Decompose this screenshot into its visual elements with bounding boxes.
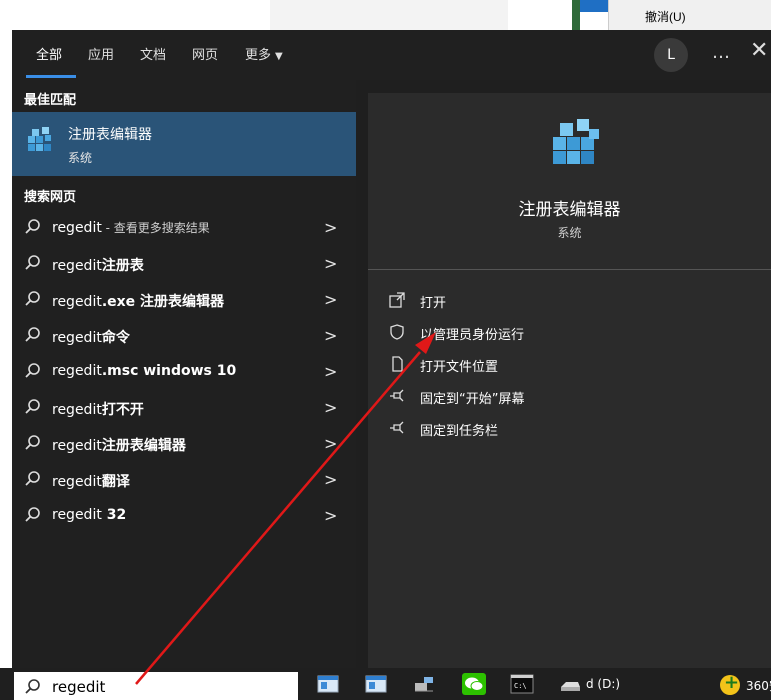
web-result-item[interactable]: regedit - 查看更多搜索结果 > xyxy=(12,210,356,246)
web-result-text: regedit翻译 xyxy=(52,474,130,490)
open-icon xyxy=(389,292,405,308)
desktop-selection-fragment xyxy=(580,0,610,12)
action-open-file-location-label: 打开文件位置 xyxy=(420,360,499,375)
action-pin-to-taskbar[interactable]: 固定到任务栏 xyxy=(388,415,748,443)
tab-web[interactable]: 网页 xyxy=(192,44,218,63)
search-icon xyxy=(25,471,40,486)
chevron-right-icon: > xyxy=(324,434,338,453)
chevron-right-icon: > xyxy=(324,254,338,273)
context-menu: 撤消(U) xyxy=(608,0,771,30)
web-result-item[interactable]: regedit.exe 注册表编辑器 > xyxy=(12,282,356,318)
best-match-heading: 最佳匹配 xyxy=(24,93,77,108)
360-security-icon[interactable] xyxy=(720,672,740,695)
chevron-right-icon: > xyxy=(324,362,338,381)
registry-editor-icon xyxy=(28,127,51,151)
app-details-pane: 注册表编辑器 系统 打开 以管理员身份运行 打开文件位置 固定到“开始”屏幕 固… xyxy=(368,93,771,668)
best-match-item[interactable]: 注册表编辑器 系统 xyxy=(12,112,356,176)
drive-icon[interactable] xyxy=(558,673,582,695)
search-icon xyxy=(25,219,40,234)
best-match-name: 注册表编辑器 xyxy=(68,127,152,143)
tab-documents[interactable]: 文档 xyxy=(140,44,166,63)
svg-text:C:\: C:\ xyxy=(514,682,527,690)
pin-icon xyxy=(390,389,404,402)
close-icon[interactable]: ✕ xyxy=(750,40,768,62)
web-result-item[interactable]: regedit注册表 > xyxy=(12,246,356,282)
best-match-subtitle: 系统 xyxy=(68,151,93,165)
search-icon xyxy=(25,507,40,522)
web-result-item[interactable]: regedit打不开 > xyxy=(12,390,356,426)
web-result-item[interactable]: regedit命令 > xyxy=(12,318,356,354)
chevron-right-icon: > xyxy=(324,398,338,417)
chevron-right-icon: > xyxy=(324,326,338,345)
chevron-right-icon: > xyxy=(324,506,338,525)
search-icon xyxy=(25,291,40,306)
command-prompt-icon[interactable]: C:\ xyxy=(510,673,534,695)
search-icon xyxy=(25,327,40,342)
divider xyxy=(368,269,771,270)
registry-editor-large-icon xyxy=(553,119,599,164)
search-icon xyxy=(25,255,40,270)
web-result-item[interactable]: regedit 32 > xyxy=(12,498,356,534)
results-list: 最佳匹配 注册表编辑器 系统 搜索网页 regedit - 查看更多搜索结果 > xyxy=(12,80,356,668)
app-title: 注册表编辑器 xyxy=(518,200,621,220)
tab-all[interactable]: 全部 xyxy=(36,44,62,63)
desktop-window-edge xyxy=(572,0,580,30)
tab-more[interactable]: 更多 ▼ xyxy=(245,44,283,63)
web-result-text: regedit注册表 xyxy=(52,258,144,274)
caret-down-icon: ▼ xyxy=(275,51,283,62)
desktop-window-fragment xyxy=(0,0,270,30)
pin-icon xyxy=(390,421,404,434)
active-tab-indicator xyxy=(26,75,76,78)
web-result-item[interactable]: regedit注册表编辑器 > xyxy=(12,426,356,462)
tab-more-label: 更多 xyxy=(245,48,272,63)
action-pin-to-taskbar-label: 固定到任务栏 xyxy=(420,424,499,439)
drive-label[interactable]: d (D:) xyxy=(586,677,620,691)
taskbar: C:\ d (D:) 360安 xyxy=(0,668,771,700)
shield-icon xyxy=(390,324,404,340)
action-pin-to-start[interactable]: 固定到“开始”屏幕 xyxy=(388,383,748,411)
action-pin-to-start-label: 固定到“开始”屏幕 xyxy=(420,392,525,407)
wechat-icon[interactable] xyxy=(462,673,486,695)
chevron-right-icon: > xyxy=(324,470,338,489)
web-result-text: regedit命令 xyxy=(52,330,130,346)
web-search-heading: 搜索网页 xyxy=(24,190,77,205)
tab-apps[interactable]: 应用 xyxy=(88,44,114,63)
taskbar-search-box[interactable] xyxy=(14,672,298,700)
search-icon xyxy=(25,363,40,378)
web-result-text: regedit.exe 注册表编辑器 xyxy=(52,294,225,310)
search-input[interactable] xyxy=(50,675,294,699)
web-result-item[interactable]: regedit翻译 > xyxy=(12,462,356,498)
context-menu-item-undo[interactable]: 撤消(U) xyxy=(645,8,686,25)
chevron-right-icon: > xyxy=(324,290,338,309)
search-icon xyxy=(25,399,40,414)
search-panel: 全部 应用 文档 网页 更多 ▼ L … ✕ 最佳匹配 注册表编辑器 系统 搜索网… xyxy=(12,30,771,668)
action-open-label: 打开 xyxy=(420,296,447,311)
search-icon xyxy=(25,435,40,450)
file-location-icon xyxy=(392,356,403,372)
web-result-text: regedit.msc windows 10 xyxy=(52,363,237,379)
desktop-window-fragment-2 xyxy=(270,0,508,30)
chevron-right-icon: > xyxy=(324,218,338,237)
app-window-icon[interactable] xyxy=(316,673,340,695)
action-run-as-admin[interactable]: 以管理员身份运行 xyxy=(388,319,748,347)
web-result-item[interactable]: regedit.msc windows 10 > xyxy=(12,354,356,390)
user-avatar[interactable]: L xyxy=(654,38,688,72)
web-result-text: regedit注册表编辑器 xyxy=(52,438,186,454)
network-tool-icon[interactable] xyxy=(412,673,436,695)
web-result-text: regedit - 查看更多搜索结果 xyxy=(52,220,210,236)
app-subtitle: 系统 xyxy=(557,226,582,240)
search-tabs: 全部 应用 文档 网页 更多 ▼ L … ✕ xyxy=(12,30,771,80)
action-open-file-location[interactable]: 打开文件位置 xyxy=(388,351,748,379)
web-result-text: regedit 32 xyxy=(52,507,127,523)
action-run-as-admin-label: 以管理员身份运行 xyxy=(420,328,525,343)
tray-label[interactable]: 360安 xyxy=(746,677,771,694)
web-result-text: regedit打不开 xyxy=(52,402,144,418)
app-window-icon[interactable] xyxy=(364,673,388,695)
search-icon xyxy=(25,679,40,694)
action-open[interactable]: 打开 xyxy=(388,287,748,315)
more-options-icon[interactable]: … xyxy=(712,42,731,63)
